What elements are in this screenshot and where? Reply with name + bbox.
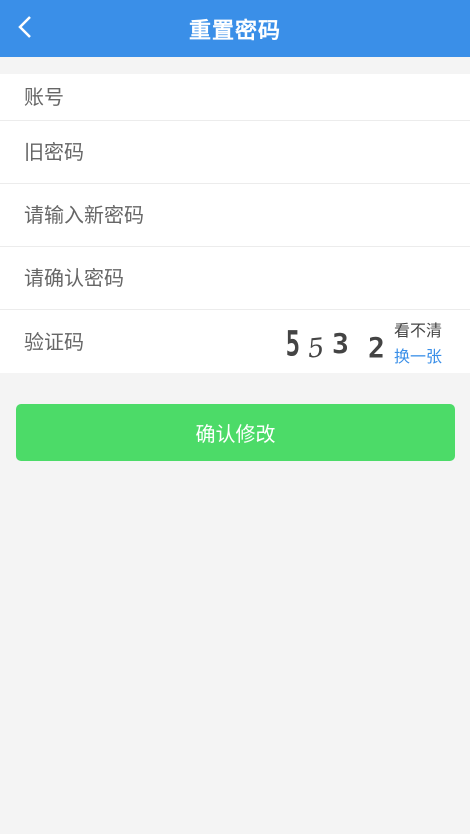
svg-text:3: 3 (332, 327, 349, 360)
captcha-unclear-label: 看不清 (393, 321, 442, 340)
captcha-refresh-link[interactable]: 换一张 (394, 344, 442, 370)
old-password-row (0, 121, 470, 184)
confirm-password-input[interactable] (24, 266, 470, 290)
top-bar: 重置密码 (0, 0, 470, 57)
confirm-change-button[interactable]: 确认修改 (16, 404, 455, 461)
confirm-password-row (0, 247, 470, 310)
chevron-left-icon (18, 16, 31, 38)
page-title: 重置密码 (188, 18, 281, 44)
back-button[interactable] (10, 10, 40, 44)
svg-text:5: 5 (286, 324, 300, 365)
old-password-input[interactable] (24, 140, 470, 164)
captcha-row: 5 5 3 2 看不清 换一张 (0, 310, 470, 373)
svg-text:5: 5 (306, 333, 326, 365)
captcha-image[interactable]: 5 5 3 2 (284, 321, 388, 367)
account-input[interactable] (24, 85, 470, 109)
captcha-area: 5 5 3 2 看不清 换一张 (284, 318, 442, 370)
captcha-input[interactable] (24, 329, 264, 354)
new-password-input[interactable] (24, 203, 470, 227)
account-row (0, 74, 470, 121)
svg-text:2: 2 (368, 331, 385, 364)
reset-password-form: 5 5 3 2 看不清 换一张 (0, 74, 470, 373)
captcha-tip: 看不清 换一张 (394, 318, 442, 370)
new-password-row (0, 184, 470, 247)
